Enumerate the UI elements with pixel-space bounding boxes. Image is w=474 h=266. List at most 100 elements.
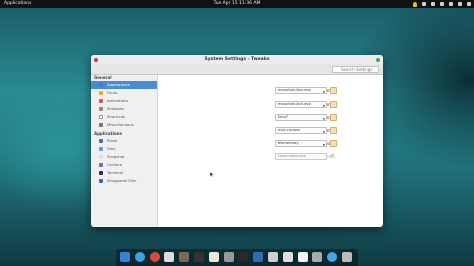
chevron-down-icon: ▼ [322,89,325,94]
shortcuts-icon [99,115,103,119]
dropbox-icon[interactable] [422,2,426,6]
sidebar: General Appearance Fonts Animations Shadows… [91,75,158,227]
photo-icon[interactable] [164,252,175,262]
sidebar-item-label: Shadows [107,106,124,111]
keyboard-icon[interactable] [431,2,435,6]
dropdown-value: mountain-lion-evo [278,102,311,106]
sidebar-item-label: Shortcuts [107,114,126,119]
bulb-icon[interactable] [413,1,417,7]
sidebar-item-label: Cerbere [107,162,123,167]
home-icon[interactable] [94,66,101,81]
sidebar-item-shortcuts[interactable]: Shortcuts [91,113,157,121]
sidebar-item-label: Appearance [107,82,130,87]
reset-button[interactable] [330,127,337,134]
finder-icon[interactable] [120,252,130,262]
setting-row: Interface Theme:mountain-lion-evo▼ [158,100,383,109]
top-panel: Applications Tue Apr 15 11:36 AM [0,0,474,8]
chevron-down-icon: ▼ [322,103,325,108]
store-icon[interactable] [253,252,264,262]
chrome-icon[interactable] [149,252,160,262]
settings-content: Window Decoration Theme:mountain-lion-ev… [158,75,383,227]
search-input[interactable] [332,66,379,73]
files-icon [99,147,103,151]
network-icon[interactable] [449,2,453,6]
chevron-down-icon: ▼ [322,116,325,121]
terminal-icon [99,171,103,175]
appstore-icon[interactable] [327,252,338,262]
reset-button[interactable] [330,87,337,94]
fonts-icon [99,91,103,95]
sidebar-item-files[interactable]: Files [91,145,157,153]
slingshot-icon [99,155,103,159]
panel-clock[interactable]: Tue Apr 15 11:36 AM [0,0,474,8]
dropdown-value: mountain-lion-evo [278,88,311,92]
theme-dropdown[interactable]: mountain-lion-evo ▼ [275,87,327,94]
mouse-pointer-icon [210,172,214,177]
theme-dropdown[interactable]: mac-cursors ▼ [275,127,327,134]
sidebar-item-terminal[interactable]: Terminal [91,169,157,177]
theme-dropdown[interactable]: faco7 ▼ [275,114,327,121]
sidebar-item-label: Animations [107,98,129,103]
sidebar-item-wingpanel-slim[interactable]: Wingpanel Slim [91,177,157,185]
apply-check-icon[interactable]: ✔ [330,152,335,160]
chevron-down-icon: ▼ [322,129,325,134]
mail-icon[interactable] [440,2,444,6]
sidebar-item-label: Fonts [107,90,118,95]
settings-icon[interactable] [312,252,323,262]
maximize-icon[interactable] [376,57,380,62]
contacts-icon[interactable] [282,252,293,262]
window-toolbar [91,64,383,81]
appearance-icon [99,83,103,87]
chevron-down-icon: ▼ [322,142,325,147]
close-icon[interactable] [94,57,98,62]
sidebar-item-label: Wingpanel Slim [107,178,137,183]
files-icon[interactable] [223,252,234,262]
shadows-icon [99,107,103,111]
dropdown-value: mac-cursors [278,128,301,132]
safari-icon[interactable] [134,252,145,262]
inkscape-icon[interactable] [194,252,204,262]
sidebar-item-label: Files [107,146,116,151]
setting-row: Cursor Theme:mac-cursors▼ [158,126,383,135]
system-tray [413,0,471,8]
tweaks-icon[interactable] [268,252,278,262]
sidebar-item-label: Terminal [107,170,124,175]
sidebar-item-label: Slingshot [107,154,125,159]
wingpanel-slim-icon [99,179,103,183]
volume-icon[interactable] [458,2,462,6]
cerbere-icon [99,163,103,167]
miscellaneous-icon [99,123,103,127]
sidebar-item-label: Plank [107,138,118,143]
window-titlebar[interactable]: System Settings - Tweaks [91,55,383,64]
sidebar-item-cerbere[interactable]: Cerbere [91,161,157,169]
sidebar-item-shadows[interactable]: Shadows [91,105,157,113]
gimp-icon[interactable] [179,252,190,262]
custom-layout-field[interactable]: close:maximize [275,153,327,160]
sidebar-item-slingshot[interactable]: Slingshot [91,153,157,161]
trash-icon[interactable] [342,252,352,262]
theme-dropdown[interactable]: elementary ▼ [275,140,327,147]
sidebar-item-appearance[interactable]: Appearance [91,81,157,89]
dropdown-value: faco7 [278,115,288,119]
theme-dropdown[interactable]: mountain-lion-evo ▼ [275,101,327,108]
dropdown-value: elementary [278,141,299,145]
setting-row: Custom Layout:close:maximize✔ [158,152,383,161]
sidebar-item-label: Miscellaneous [107,122,134,127]
sidebar-item-fonts[interactable]: Fonts [91,89,157,97]
sidebar-item-animations[interactable]: Animations [91,97,157,105]
window-title: System Settings - Tweaks [204,57,270,62]
calendar-icon[interactable] [297,252,308,262]
power-icon[interactable] [467,2,471,6]
preview-icon[interactable] [208,252,219,262]
setting-row: Button Layout:elementary▼ [158,139,383,148]
setting-row: Icon Theme:faco7▼ [158,113,383,122]
reset-button[interactable] [330,114,337,121]
sidebar-item-plank[interactable]: Plank [91,137,157,145]
terminal-icon[interactable] [238,252,249,262]
plank-icon [99,139,103,143]
reset-button[interactable] [330,140,337,147]
reset-button[interactable] [330,101,337,108]
setting-row: Window Decoration Theme:mountain-lion-ev… [158,86,383,95]
settings-window: System Settings - Tweaks General Appeara… [91,55,383,227]
sidebar-item-miscellaneous[interactable]: Miscellaneous [91,121,157,129]
